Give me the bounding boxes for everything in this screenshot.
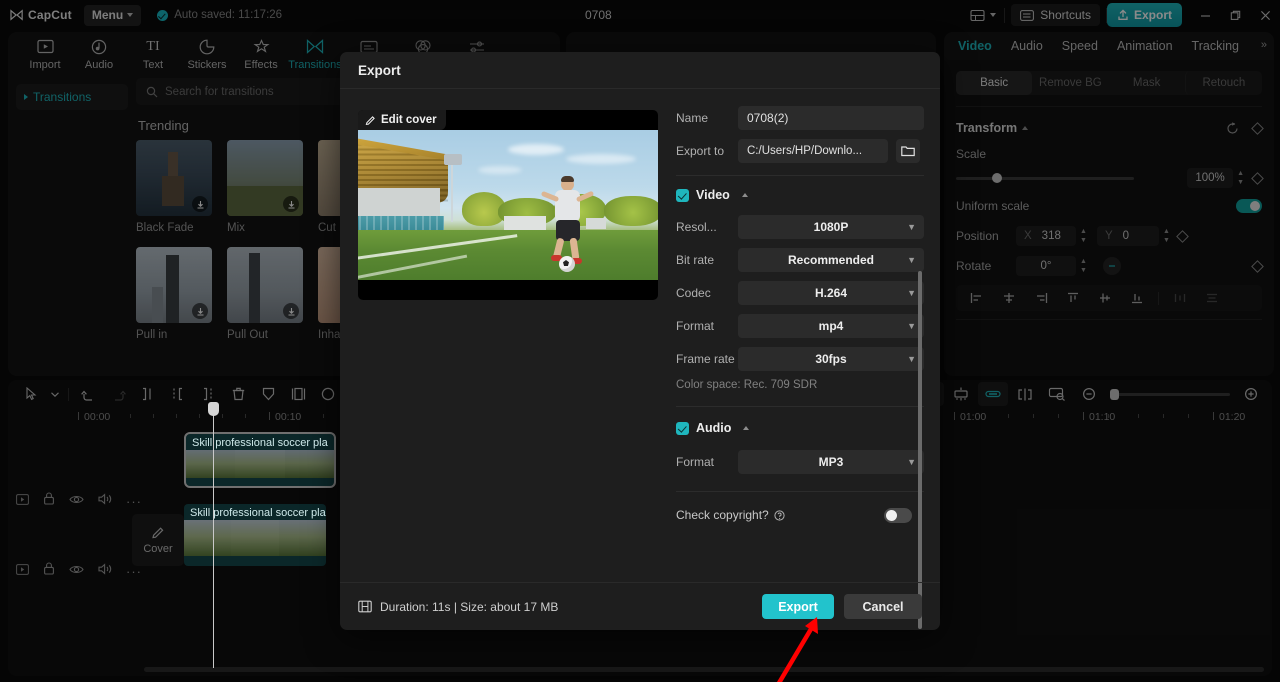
bitrate-value: Recommended xyxy=(787,252,875,267)
framerate-value: 30fps xyxy=(815,351,847,366)
divider xyxy=(676,406,924,407)
film-icon xyxy=(358,600,372,613)
clip-title: Skill professional soccer pla xyxy=(190,507,326,519)
name-row: Name 0708(2) xyxy=(676,101,924,134)
footer-info-text: Duration: 11s | Size: about 17 MB xyxy=(380,599,559,614)
name-label: Name xyxy=(676,110,709,125)
format-row: Format mp4 ▼ xyxy=(676,309,924,342)
codec-value: H.264 xyxy=(814,285,848,300)
edit-cover-label: Edit cover xyxy=(381,114,437,126)
chevron-down-icon: ▼ xyxy=(907,254,916,265)
browse-folder-button[interactable] xyxy=(896,138,920,163)
export-confirm-button[interactable]: Export xyxy=(762,594,834,619)
check-copyright-label: Check copyright? xyxy=(676,508,785,522)
folder-icon xyxy=(901,145,915,156)
cover-preview: Edit cover xyxy=(358,110,658,300)
chevron-up-icon[interactable] xyxy=(743,426,750,430)
video-section-label: Video xyxy=(696,188,730,202)
chevron-up-icon[interactable] xyxy=(741,193,748,197)
dialog-footer: Duration: 11s | Size: about 17 MB Export… xyxy=(340,582,940,630)
bitrate-label: Bit rate xyxy=(676,252,715,267)
audio-checkbox[interactable] xyxy=(676,421,689,435)
capcut-window: CapCut Menu Auto saved: 11:17:26 0708 Sh… xyxy=(0,0,1280,682)
export-dialog: Export Edit cover Name 0708(2) Export to… xyxy=(340,52,940,630)
export-path-input[interactable]: C:/Users/HP/Downlo... xyxy=(738,138,888,163)
dialog-title: Export xyxy=(358,62,401,78)
audio-format-value: MP3 xyxy=(818,454,844,469)
check-copyright-row: Check copyright? xyxy=(676,498,924,532)
video-section-header: Video xyxy=(676,182,924,208)
playhead-handle[interactable] xyxy=(208,402,219,416)
duration-size-info: Duration: 11s | Size: about 17 MB xyxy=(358,600,558,614)
codec-select[interactable]: H.264 ▼ xyxy=(738,280,924,305)
audio-format-row: Format MP3 ▼ xyxy=(676,445,924,478)
resolution-value: 1080P xyxy=(813,219,849,234)
divider xyxy=(676,175,924,176)
copyright-text: Check copyright? xyxy=(676,508,769,522)
chevron-down-icon: ▼ xyxy=(907,353,916,364)
framerate-row: Frame rate 30fps ▼ xyxy=(676,342,924,375)
edit-cover-button[interactable]: Edit cover xyxy=(358,110,446,130)
export-settings-form: Name 0708(2) Export to C:/Users/HP/Downl… xyxy=(676,101,924,582)
color-space-hint: Color space: Rec. 709 SDR xyxy=(676,379,818,391)
name-input[interactable]: 0708(2) xyxy=(738,105,924,130)
pencil-icon xyxy=(365,115,375,125)
chevron-down-icon: ▼ xyxy=(907,287,916,298)
cover-frame-image xyxy=(358,130,658,281)
codec-label: Codec xyxy=(676,285,711,300)
format-label: Format xyxy=(676,318,715,333)
bitrate-row: Bit rate Recommended ▼ xyxy=(676,243,924,276)
format-select[interactable]: mp4 ▼ xyxy=(738,313,924,338)
audio-format-label: Format xyxy=(676,454,715,469)
resolution-row: Resol... 1080P ▼ xyxy=(676,210,924,243)
codec-row: Codec H.264 ▼ xyxy=(676,276,924,309)
audio-section-label: Audio xyxy=(696,421,732,435)
check-copyright-toggle[interactable] xyxy=(884,507,912,523)
dialog-header: Export xyxy=(340,52,940,89)
audio-format-select[interactable]: MP3 ▼ xyxy=(738,449,924,474)
help-info-icon[interactable] xyxy=(774,509,785,521)
chevron-down-icon: ▼ xyxy=(907,320,916,331)
format-value: mp4 xyxy=(818,318,844,333)
framerate-select[interactable]: 30fps ▼ xyxy=(738,346,924,371)
video-checkbox[interactable] xyxy=(676,188,689,202)
framerate-label: Frame rate xyxy=(676,351,735,366)
export-to-row: Export to C:/Users/HP/Downlo... xyxy=(676,134,924,167)
dialog-body: Edit cover Name 0708(2) Export to C:/Use… xyxy=(340,89,940,629)
dialog-vertical-scrollbar[interactable] xyxy=(918,271,922,629)
playhead[interactable] xyxy=(208,402,219,668)
chevron-down-icon: ▼ xyxy=(907,221,916,232)
cancel-button[interactable]: Cancel xyxy=(844,594,922,619)
resolution-label: Resol... xyxy=(676,219,717,234)
chevron-down-icon: ▼ xyxy=(907,456,916,467)
export-to-label: Export to xyxy=(676,143,725,158)
audio-section-header: Audio xyxy=(676,415,924,441)
bitrate-select[interactable]: Recommended ▼ xyxy=(738,247,924,272)
divider xyxy=(676,491,924,492)
resolution-select[interactable]: 1080P ▼ xyxy=(738,214,924,239)
